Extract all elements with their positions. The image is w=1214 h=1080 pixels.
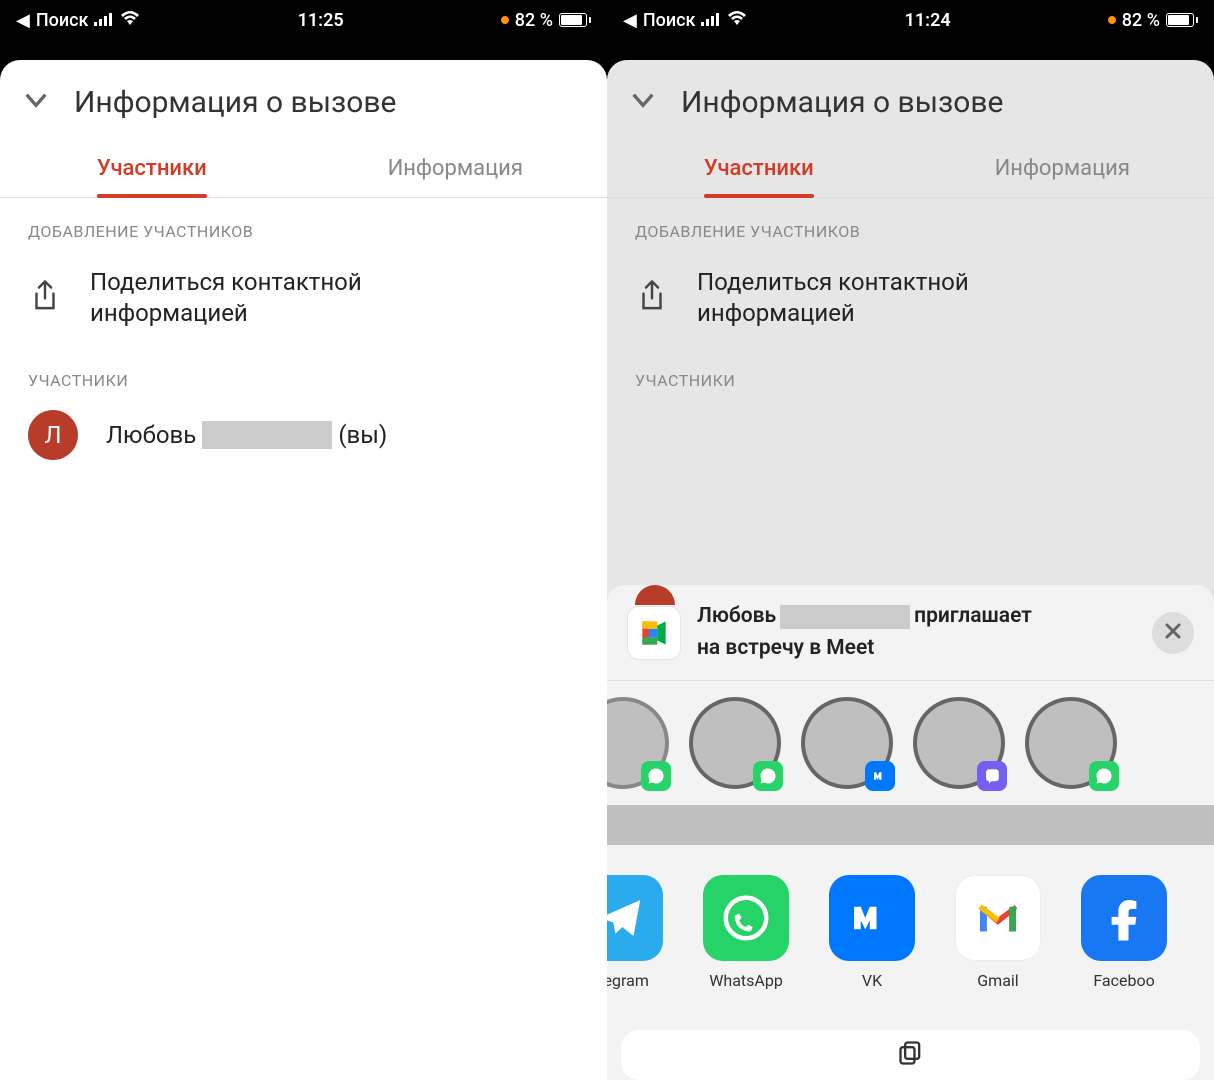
app-label: WhatsApp (709, 971, 783, 990)
clock: 11:25 (298, 10, 344, 31)
whatsapp-badge-icon (753, 761, 783, 791)
section-add-participants: ДОБАВЛЕНИЕ УЧАСТНИКОВ (0, 198, 607, 249)
chevron-down-icon[interactable] (627, 84, 659, 120)
chevron-down-icon[interactable] (20, 84, 52, 120)
close-button[interactable] (1152, 612, 1194, 654)
status-bar: ◀ Поиск 11:25 82 % (0, 0, 607, 40)
section-add-participants: ДОБАВЛЕНИЕ УЧАСТНИКОВ (607, 198, 1214, 249)
section-participants: УЧАСТНИКИ (607, 347, 1214, 398)
participant-avatar: Л (28, 410, 78, 460)
share-app-gmail[interactable]: Gmail (955, 875, 1041, 990)
facebook-icon (1081, 875, 1167, 961)
battery-percentage: 82 % (515, 10, 553, 31)
back-to-app-icon[interactable]: ◀ (16, 10, 30, 31)
whatsapp-badge-icon (641, 761, 671, 791)
vk-badge-icon (865, 761, 895, 791)
battery-icon (1166, 13, 1198, 27)
section-participants: УЧАСТНИКИ (0, 347, 607, 398)
participant-row[interactable]: Л Любовь (вы) (0, 398, 607, 472)
app-label: VK (862, 971, 882, 990)
telegram-icon (607, 875, 663, 961)
panel-title: Информация о вызове (681, 85, 1003, 120)
clock: 11:24 (905, 10, 951, 31)
share-sheet-header: Любовь приглашает на встречу в Meet (607, 585, 1214, 680)
call-info-panel: Информация о вызове Участники Информация… (0, 60, 607, 1080)
app-label: Gmail (977, 971, 1018, 990)
share-app-whatsapp[interactable]: WhatsApp (703, 875, 789, 990)
app-label: elegram (607, 971, 649, 990)
back-to-app-label[interactable]: Поиск (643, 10, 696, 31)
back-to-app-icon[interactable]: ◀ (623, 10, 637, 31)
share-contact[interactable] (801, 697, 893, 789)
location-dot-icon (1108, 16, 1116, 24)
location-dot-icon (501, 16, 509, 24)
close-icon (1163, 621, 1183, 645)
participant-name: Любовь (106, 421, 196, 449)
call-info-panel: Информация о вызове Участники Информация… (607, 60, 1214, 1080)
panel-title: Информация о вызове (74, 85, 396, 120)
wifi-icon (120, 10, 140, 31)
share-text-line2: информацией (697, 299, 855, 327)
wifi-icon (727, 10, 747, 31)
battery-percentage: 82 % (1122, 10, 1160, 31)
redacted-name (202, 421, 332, 449)
share-text-line1: Поделиться контактной (697, 268, 969, 296)
tab-participants[interactable]: Участники (0, 136, 304, 197)
share-contact[interactable] (913, 697, 1005, 789)
share-title-invites: приглашает (914, 603, 1032, 630)
tab-participants[interactable]: Участники (607, 136, 911, 197)
share-icon (635, 279, 669, 317)
status-bar: ◀ Поиск 11:24 82 % (607, 0, 1214, 40)
copy-icon (897, 1039, 925, 1071)
tab-info[interactable]: Информация (911, 136, 1214, 197)
share-title-name: Любовь (697, 603, 776, 630)
participant-you-suffix: (вы) (338, 421, 387, 449)
tab-info[interactable]: Информация (304, 136, 608, 197)
share-app-facebook[interactable]: Faceboo (1081, 875, 1167, 990)
redacted-name (780, 605, 910, 629)
share-text-line1: Поделиться контактной (90, 268, 362, 296)
share-title-line2: на встречу в Meet (697, 635, 1136, 662)
share-contact-button[interactable]: Поделиться контактной информацией (607, 249, 1214, 347)
share-action-copy[interactable] (621, 1030, 1200, 1080)
share-icon (28, 279, 62, 317)
cellular-icon (94, 10, 114, 31)
tabs: Участники Информация (607, 136, 1214, 198)
gmail-icon (955, 875, 1041, 961)
whatsapp-icon (703, 875, 789, 961)
back-to-app-label[interactable]: Поиск (36, 10, 89, 31)
share-contact[interactable] (607, 697, 669, 789)
cellular-icon (701, 10, 721, 31)
whatsapp-badge-icon (1089, 761, 1119, 791)
share-text-line2: информацией (90, 299, 248, 327)
screenshot-right: ◀ Поиск 11:24 82 % Информация о вызове (607, 0, 1214, 1080)
share-contact-button[interactable]: Поделиться контактной информацией (0, 249, 607, 347)
share-app-vk[interactable]: VK (829, 875, 915, 990)
share-contacts-row[interactable] (607, 680, 1214, 805)
gap-strip (607, 805, 1214, 845)
screenshot-left: ◀ Поиск 11:25 82 % Информация о вызове (0, 0, 607, 1080)
tabs: Участники Информация (0, 136, 607, 198)
share-apps-row[interactable]: elegram WhatsApp VK (607, 845, 1214, 1010)
vk-icon (829, 875, 915, 961)
share-contact[interactable] (1025, 697, 1117, 789)
share-contact[interactable] (689, 697, 781, 789)
viber-badge-icon (977, 761, 1007, 791)
app-label: Faceboo (1093, 971, 1154, 990)
ios-share-sheet: Любовь приглашает на встречу в Meet (607, 585, 1214, 1080)
share-app-telegram[interactable]: elegram (607, 875, 663, 990)
battery-icon (559, 13, 591, 27)
google-meet-icon (627, 606, 681, 660)
